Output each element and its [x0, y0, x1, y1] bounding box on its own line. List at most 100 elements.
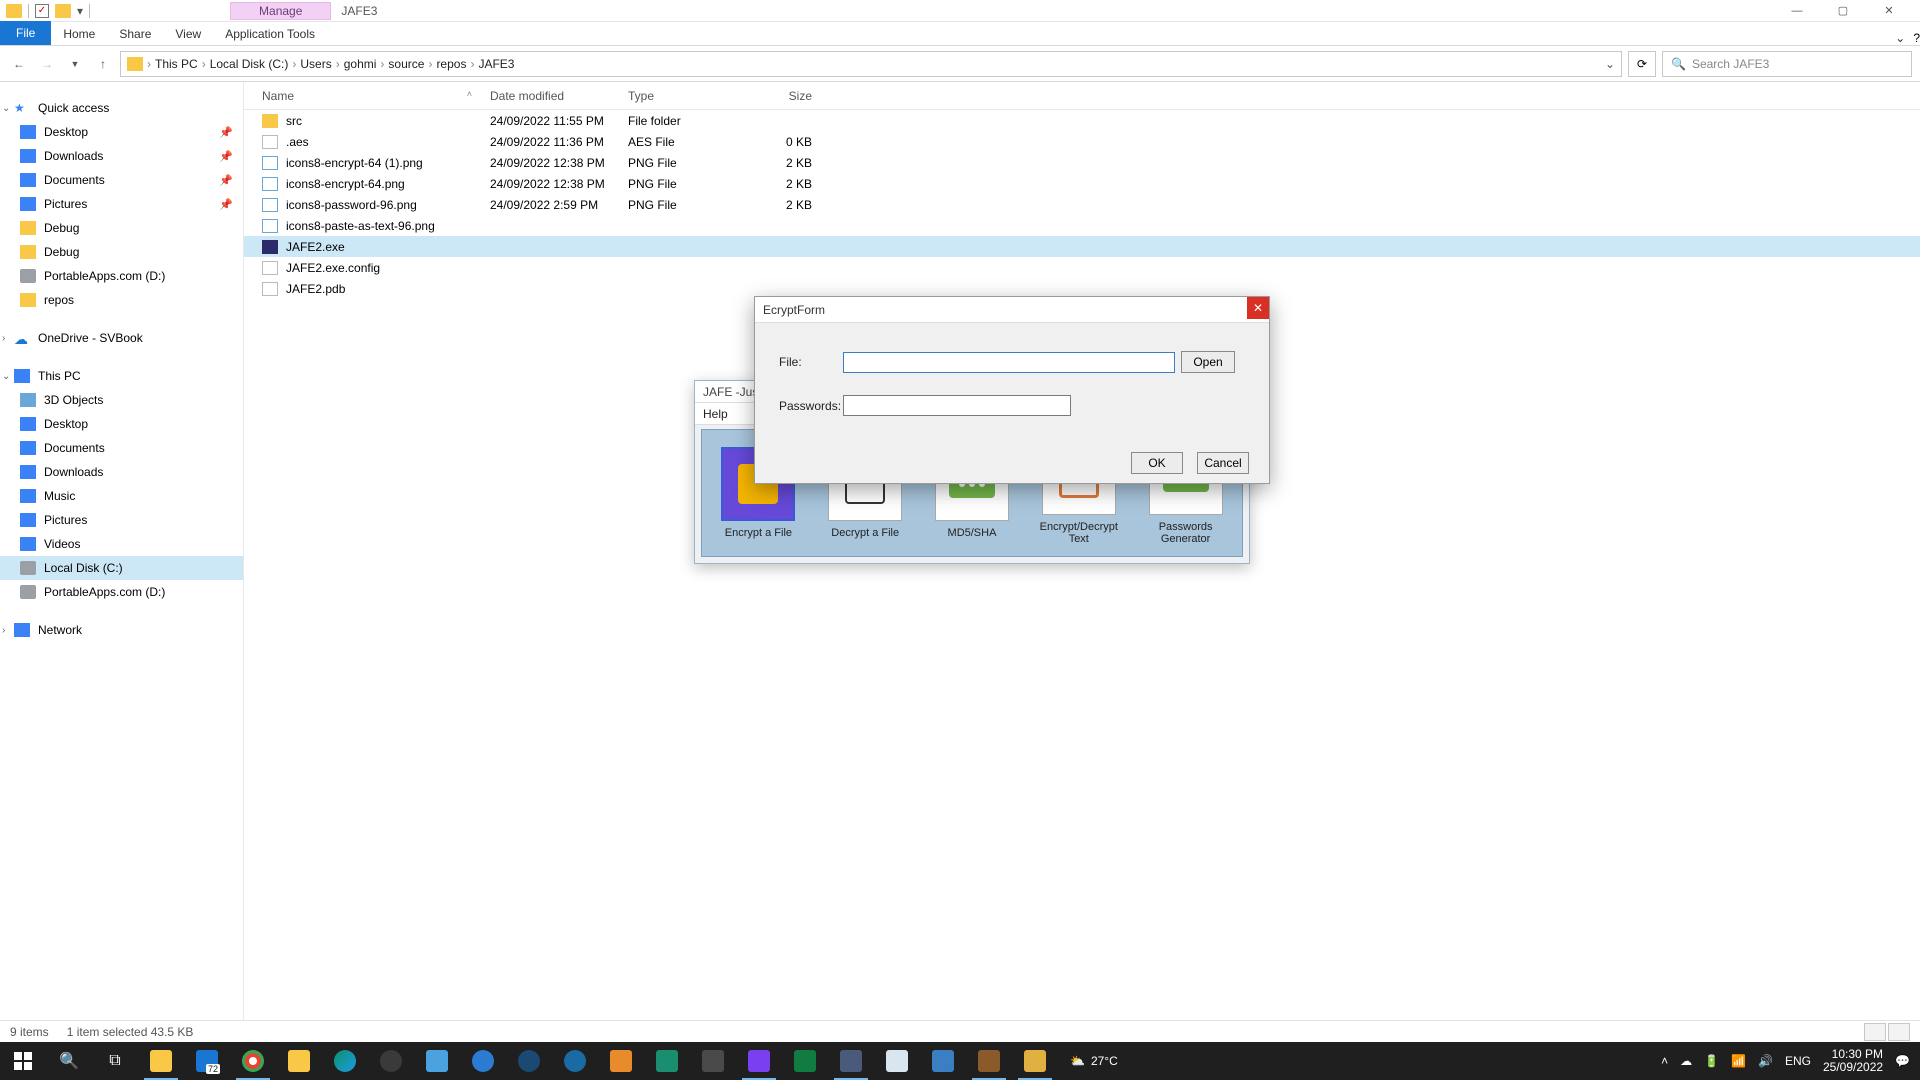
taskbar-app-visual-studio[interactable] [736, 1042, 782, 1080]
file-row[interactable]: JAFE2.exe.config [244, 257, 1920, 278]
taskbar-app-notepad[interactable] [874, 1042, 920, 1080]
file-row[interactable]: JAFE2.exe [244, 236, 1920, 257]
minimize-button[interactable]: — [1774, 0, 1820, 22]
passwords-input[interactable] [843, 395, 1071, 416]
ok-button[interactable]: OK [1131, 452, 1183, 474]
breadcrumb[interactable]: Users [300, 57, 331, 71]
taskbar-app-generic[interactable] [644, 1042, 690, 1080]
chevron-right-icon[interactable]: › [428, 57, 432, 71]
taskbar-app-generic[interactable] [552, 1042, 598, 1080]
sidebar-quick-access[interactable]: ⌄ ★ Quick access [0, 96, 243, 120]
details-view-button[interactable] [1864, 1023, 1886, 1041]
tab-share[interactable]: Share [107, 23, 163, 45]
sidebar-this-pc[interactable]: ⌄ This PC [0, 364, 243, 388]
refresh-button[interactable]: ⟳ [1628, 51, 1656, 77]
sidebar-item-pictures[interactable]: Pictures📌 [0, 192, 243, 216]
sidebar-item-downloads[interactable]: Downloads📌 [0, 144, 243, 168]
sidebar-onedrive[interactable]: › ☁ OneDrive - SVBook [0, 326, 243, 350]
taskbar-app-generic[interactable] [690, 1042, 736, 1080]
breadcrumb[interactable]: JAFE3 [478, 57, 514, 71]
sidebar-network[interactable]: › Network [0, 618, 243, 642]
column-header-type[interactable]: Type [628, 89, 744, 103]
start-button[interactable] [0, 1042, 46, 1080]
search-box[interactable]: 🔍 Search JAFE3 [1662, 51, 1912, 77]
maximize-button[interactable]: ▢ [1820, 0, 1866, 22]
sidebar-item-downloads[interactable]: Downloads [0, 460, 243, 484]
sidebar-item-desktop[interactable]: Desktop📌 [0, 120, 243, 144]
column-header-size[interactable]: Size [744, 89, 818, 103]
chevron-right-icon[interactable]: › [336, 57, 340, 71]
file-row[interactable]: icons8-password-96.png24/09/2022 2:59 PM… [244, 194, 1920, 215]
file-row[interactable]: icons8-encrypt-64 (1).png24/09/2022 12:3… [244, 152, 1920, 173]
open-button[interactable]: Open [1181, 351, 1235, 373]
tray-wifi-icon[interactable]: 📶 [1731, 1054, 1746, 1068]
jafe-menu-help[interactable]: Help [703, 407, 728, 421]
taskbar-app-edge[interactable] [322, 1042, 368, 1080]
file-row[interactable]: icons8-paste-as-text-96.png [244, 215, 1920, 236]
sidebar-item-documents[interactable]: Documents [0, 436, 243, 460]
tray-language[interactable]: ENG [1785, 1054, 1811, 1068]
sidebar-item-debug[interactable]: Debug [0, 240, 243, 264]
cancel-button[interactable]: Cancel [1197, 452, 1249, 474]
chevron-down-icon[interactable]: ⌄ [2, 371, 10, 382]
ribbon-contextual-manage[interactable]: Manage [230, 2, 331, 20]
taskbar-app-ie[interactable] [460, 1042, 506, 1080]
tray-clock[interactable]: 10:30 PM 25/09/2022 [1823, 1048, 1883, 1074]
sidebar-item-3d-objects[interactable]: 3D Objects [0, 388, 243, 412]
qat-dropdown-icon[interactable]: ▾ [77, 4, 83, 18]
tray-battery-icon[interactable]: 🔋 [1704, 1054, 1719, 1068]
help-button[interactable]: ? [1913, 31, 1920, 45]
breadcrumb[interactable]: source [388, 57, 424, 71]
sidebar-item-portableapps[interactable]: PortableApps.com (D:) [0, 264, 243, 288]
chevron-right-icon[interactable]: › [470, 57, 474, 71]
taskbar-app-obs[interactable] [368, 1042, 414, 1080]
up-button[interactable]: ↑ [92, 53, 114, 75]
chevron-right-icon[interactable]: › [292, 57, 296, 71]
taskbar-app-generic[interactable] [920, 1042, 966, 1080]
address-bar[interactable]: › This PC › Local Disk (C:) › Users › go… [120, 51, 1622, 77]
close-button[interactable]: ✕ [1866, 0, 1912, 22]
taskbar-app-chrome[interactable] [230, 1042, 276, 1080]
taskbar-app-paint[interactable] [1012, 1042, 1058, 1080]
chevron-down-icon[interactable]: ⌄ [2, 103, 10, 114]
breadcrumb[interactable]: This PC [155, 57, 198, 71]
file-row[interactable]: .aes24/09/2022 11:36 PMAES File0 KB [244, 131, 1920, 152]
tray-volume-icon[interactable]: 🔊 [1758, 1054, 1773, 1068]
tab-view[interactable]: View [163, 23, 213, 45]
tab-home[interactable]: Home [51, 23, 107, 45]
breadcrumb[interactable]: repos [436, 57, 466, 71]
search-button[interactable]: 🔍 [46, 1042, 92, 1080]
breadcrumb[interactable]: gohmi [344, 57, 377, 71]
column-header-date[interactable]: Date modified [490, 89, 628, 103]
taskbar-app-excel[interactable] [782, 1042, 828, 1080]
tray-onedrive-icon[interactable]: ☁ [1680, 1054, 1692, 1068]
sidebar-item-videos[interactable]: Videos [0, 532, 243, 556]
address-dropdown-icon[interactable]: ⌄ [1605, 57, 1615, 71]
taskbar-app-generic[interactable] [414, 1042, 460, 1080]
chevron-right-icon[interactable]: › [2, 333, 5, 344]
dialog-close-button[interactable]: ✕ [1247, 297, 1269, 319]
breadcrumb[interactable]: Local Disk (C:) [210, 57, 289, 71]
task-view-button[interactable]: ⧉ [92, 1042, 138, 1080]
sidebar-item-desktop[interactable]: Desktop [0, 412, 243, 436]
tab-application-tools[interactable]: Application Tools [213, 23, 327, 45]
sidebar-item-debug[interactable]: Debug [0, 216, 243, 240]
file-row[interactable]: src24/09/2022 11:55 PMFile folder [244, 110, 1920, 131]
tray-notifications-icon[interactable]: 💬 [1895, 1054, 1910, 1068]
file-input[interactable] [843, 352, 1175, 373]
taskbar-app-generic[interactable] [828, 1042, 874, 1080]
taskbar-app-generic[interactable] [506, 1042, 552, 1080]
tray-overflow-icon[interactable]: ˄ [1661, 1054, 1668, 1068]
tab-file[interactable]: File [0, 21, 51, 45]
taskbar-app-jafe[interactable] [966, 1042, 1012, 1080]
sidebar-item-local-disk-c[interactable]: Local Disk (C:) [0, 556, 243, 580]
forward-button[interactable]: → [36, 53, 58, 75]
taskbar-app-mail[interactable]: 72 [184, 1042, 230, 1080]
weather-widget[interactable]: ⛅ 27°C [1070, 1054, 1118, 1068]
sidebar-item-portableapps-d[interactable]: PortableApps.com (D:) [0, 580, 243, 604]
chevron-right-icon[interactable]: › [380, 57, 384, 71]
chevron-right-icon[interactable]: › [147, 57, 151, 71]
thumbnails-view-button[interactable] [1888, 1023, 1910, 1041]
taskbar-app-generic[interactable] [598, 1042, 644, 1080]
sidebar-item-pictures[interactable]: Pictures [0, 508, 243, 532]
